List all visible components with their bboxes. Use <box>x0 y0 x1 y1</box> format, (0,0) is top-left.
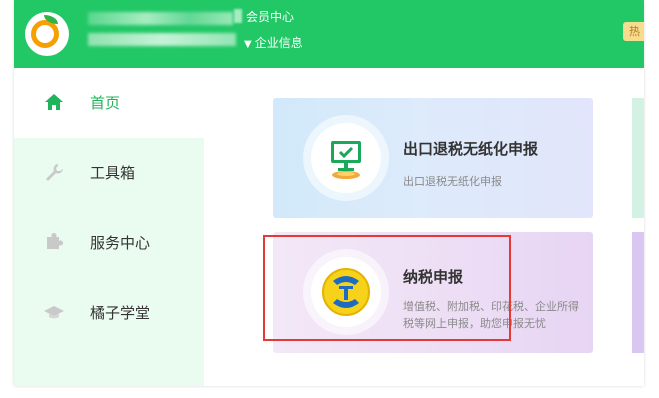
company-info-dropdown[interactable]: ▼ 企业信息 <box>244 34 303 51</box>
card-subtitle: 出口退税无纸化申报 <box>403 175 502 188</box>
graduation-cap-icon <box>44 306 64 319</box>
wrench-icon <box>46 164 63 181</box>
home-icon <box>45 94 63 110</box>
tax-logo-icon <box>322 268 370 316</box>
sidebar-item-toolbox[interactable]: 工具箱 <box>14 138 204 208</box>
sidebar-item-label: 首页 <box>90 94 121 112</box>
sidebar-item-service-center[interactable]: 服务中心 <box>14 208 204 278</box>
tax-filing-card[interactable]: 纳税申报 增值税、附加税、印花税、企业所得税等网上申报，助您申报无忧 <box>273 232 593 353</box>
sidebar-item-academy[interactable]: 橘子学堂 <box>14 278 204 348</box>
hot-badge[interactable]: 热 <box>623 22 644 41</box>
caret-down-icon: ▼ <box>244 39 252 50</box>
top-header: 会员中心 ▼ 企业信息 热 <box>14 0 644 68</box>
sidebar-item-label: 橘子学堂 <box>90 304 151 322</box>
card-title: 纳税申报 <box>403 268 464 286</box>
sidebar-item-label: 服务中心 <box>90 234 151 252</box>
monitor-check-icon <box>331 141 361 179</box>
main-content: 出口退税无纸化申报 出口退税无纸化申报 纳税申报 增值税、附加税、印花税、企业所… <box>204 68 644 386</box>
blurred-account-name <box>88 33 236 46</box>
puzzle-icon <box>47 233 63 249</box>
sidebar-item-label: 工具箱 <box>90 164 136 182</box>
company-info-label: 企业信息 <box>254 36 303 50</box>
card-subtitle: 增值税、附加税、印花税、企业所得税等网上申报，助您申报无忧 <box>403 300 579 330</box>
export-refund-card[interactable]: 出口退税无纸化申报 出口退税无纸化申报 <box>273 98 593 218</box>
blurred-company-name <box>88 12 233 25</box>
sidebar: 首页 工具箱 服务中心 橘子学堂 <box>14 68 204 386</box>
partial-card-edge[interactable] <box>632 98 644 218</box>
partial-card-edge[interactable] <box>632 232 644 353</box>
app-window: 会员中心 ▼ 企业信息 热 首页 工具箱 服务中心 橘子学堂 出口退税无纸化申报… <box>14 0 644 386</box>
card-title: 出口退税无纸化申报 <box>403 140 539 158</box>
orange-logo-icon[interactable] <box>25 12 69 56</box>
member-center-link[interactable]: 会员中心 <box>246 8 294 25</box>
sidebar-item-home[interactable]: 首页 <box>14 68 204 138</box>
